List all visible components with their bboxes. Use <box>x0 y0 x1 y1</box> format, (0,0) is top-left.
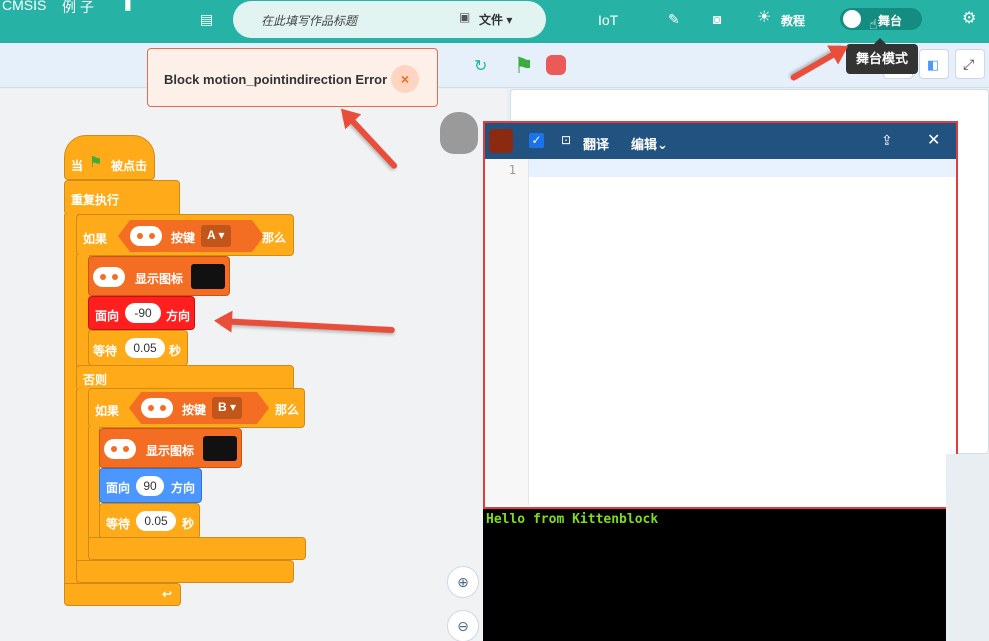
direction-input-1[interactable]: -90 <box>125 303 161 323</box>
button-pressed-condition-2[interactable]: 按键 B ▾ <box>129 392 269 424</box>
wait-block-2[interactable]: 等待 0.05 秒 <box>99 503 200 539</box>
code-window-header: ✓ ⊡ 翻译 编辑⌄ ⇪ ✕ <box>485 123 956 159</box>
forever-block[interactable]: 重复执行 <box>64 180 180 215</box>
stop-icon[interactable] <box>546 55 566 75</box>
button-pressed-condition-1[interactable]: 按键 A ▾ <box>118 220 264 252</box>
then-label-2: 那么 <box>275 403 300 417</box>
lightbulb-icon[interactable]: ☀ <box>757 10 771 26</box>
translate-button[interactable]: 翻译 <box>583 134 609 153</box>
point-in-direction-block-2[interactable]: 面向 90 方向 <box>99 468 202 503</box>
error-close-button[interactable]: × <box>391 65 419 93</box>
upload-icon[interactable]: ⇪ <box>881 132 893 149</box>
microbit-icon <box>141 398 173 418</box>
error-alert: Block motion_pointindirection Error × <box>147 48 438 107</box>
if-else-footer-1 <box>76 560 294 583</box>
close-icon[interactable]: ✕ <box>927 130 940 150</box>
microbit-icon <box>93 267 125 287</box>
normal-stage-button[interactable]: ◧ <box>919 49 949 79</box>
green-flag-icon: ⚑ <box>89 154 103 171</box>
zoom-in-button[interactable]: ⊕ <box>447 566 479 598</box>
project-title-field[interactable]: 在此填写作品标题 ▣ 文件 ▾ <box>233 1 546 38</box>
kittenblock-logo-icon <box>489 129 513 153</box>
stage-toggle-label: 舞台 <box>878 14 903 28</box>
examples-menu[interactable]: 例 子 <box>62 0 94 17</box>
project-title-placeholder[interactable]: 在此填写作品标题 <box>261 12 357 29</box>
microbit-icon <box>104 439 136 459</box>
when-flag-clicked-block[interactable]: 当 ⚑ 被点击 <box>64 135 155 180</box>
led-matrix-icon[interactable] <box>203 436 237 461</box>
wait-input-2[interactable]: 0.05 <box>136 511 176 531</box>
key-dropdown-b[interactable]: B ▾ <box>212 397 243 419</box>
zoom-out-button[interactable]: ⊖ <box>447 610 479 641</box>
code-editor-text-area[interactable] <box>529 159 956 177</box>
if-footer-2 <box>88 537 306 560</box>
terminal-output-text: Hello from Kittenblock <box>486 512 659 527</box>
forever-footer: ↩ <box>64 583 181 606</box>
device-icon[interactable]: ▮ <box>124 0 132 11</box>
stage-mode-toggle[interactable]: 舞台 ☝ <box>840 8 922 32</box>
gear-icon[interactable]: ⚙ <box>962 11 976 27</box>
stage-mode-tooltip: 舞台模式 <box>846 38 918 74</box>
wait-input-1[interactable]: 0.05 <box>125 338 165 358</box>
green-flag-icon[interactable]: ⚑ <box>514 53 534 79</box>
terminal-output: Hello from Kittenblock <box>483 509 946 641</box>
led-matrix-icon[interactable] <box>191 264 225 289</box>
key-dropdown-a[interactable]: A ▾ <box>201 225 231 247</box>
iot-menu[interactable]: IoT <box>598 12 618 28</box>
camera-icon[interactable]: ◙ <box>713 12 721 26</box>
direction-input-2[interactable]: 90 <box>136 476 164 496</box>
point-in-direction-block-1[interactable]: 面向 -90 方向 <box>88 296 195 330</box>
file-menu[interactable]: 文件 ▾ <box>479 11 512 28</box>
checkbox-icon[interactable]: ✓ <box>529 133 544 148</box>
terminal-icon: ⊡ <box>561 133 572 147</box>
show-icon-block-1[interactable]: 显示图标 <box>88 256 230 296</box>
code-editor-window: ✓ ⊡ 翻译 编辑⌄ ⇪ ✕ 1 <box>483 121 958 509</box>
show-icon-block-2[interactable]: 显示图标 <box>99 428 242 468</box>
toggle-knob <box>843 10 861 28</box>
cursor-icon: ☝ <box>869 16 878 32</box>
save-icon[interactable]: ▣ <box>459 10 470 24</box>
loop-arrow-icon: ↩ <box>162 587 173 601</box>
edit-menu[interactable]: 编辑⌄ <box>631 134 668 153</box>
error-message: Block motion_pointindirection Error <box>164 72 388 87</box>
stage-sidebar <box>946 454 989 641</box>
then-label-1: 那么 <box>262 231 287 245</box>
edit-icon[interactable]: ✎ <box>668 12 680 26</box>
cat-sprite-icon <box>440 112 478 154</box>
fullscreen-button[interactable]: ⤢ <box>955 49 985 79</box>
line-gutter: 1 <box>485 159 529 505</box>
wait-block-1[interactable]: 等待 0.05 秒 <box>88 330 188 366</box>
new-file-icon[interactable]: ▤ <box>200 12 213 26</box>
tutorial-menu[interactable]: 教程 <box>781 12 805 29</box>
brand-label[interactable]: CMSIS <box>2 0 46 13</box>
refresh-icon[interactable]: ↻ <box>474 56 487 76</box>
line-number: 1 <box>508 163 516 177</box>
microbit-icon <box>130 226 162 246</box>
